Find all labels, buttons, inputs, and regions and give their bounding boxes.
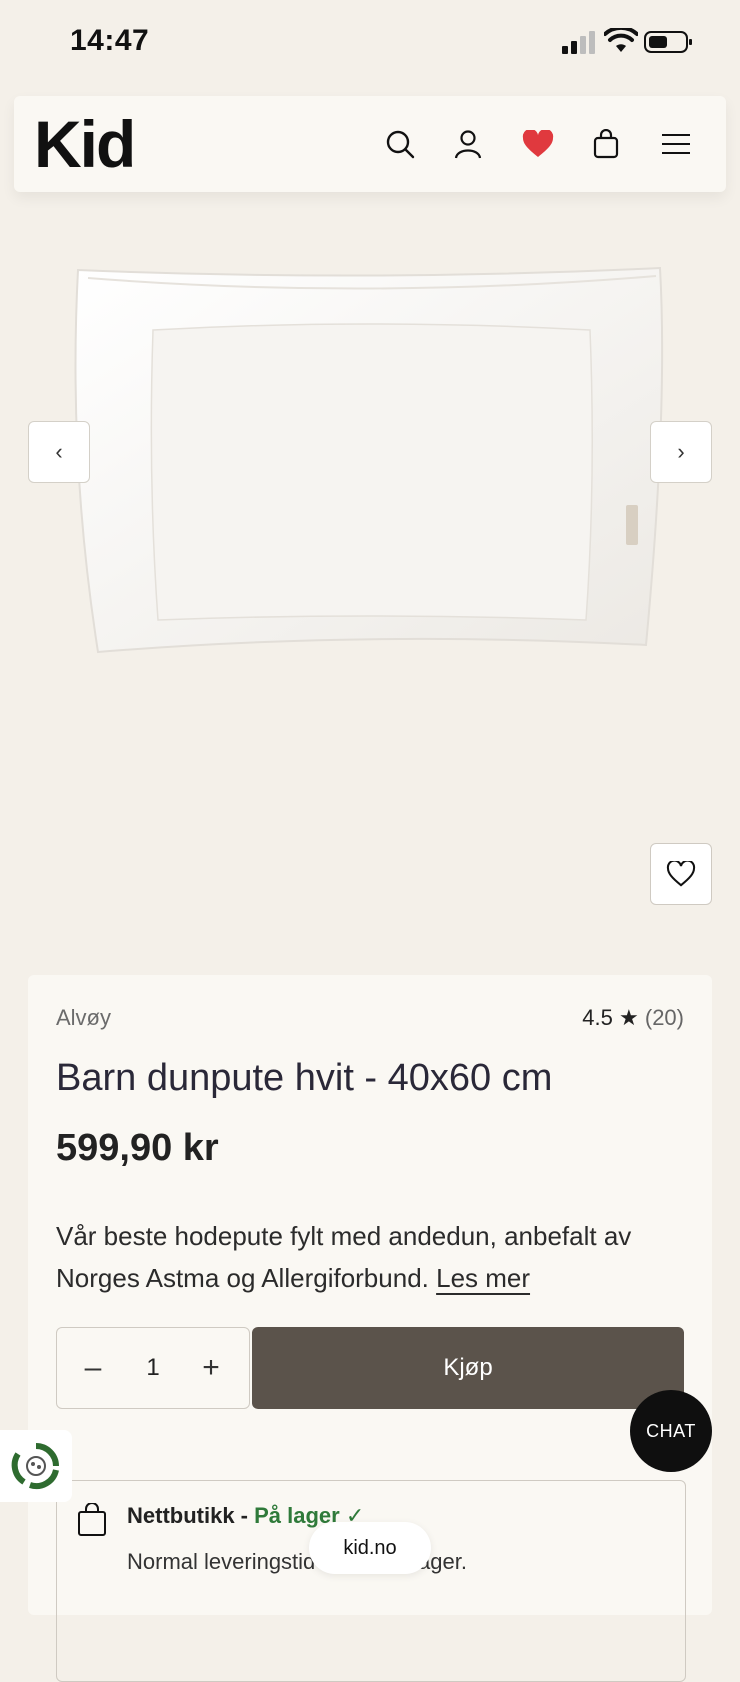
heart-icon[interactable] (518, 124, 558, 164)
gallery-prev-button[interactable]: ‹ (28, 421, 90, 483)
product-price: 599,90 kr (56, 1127, 219, 1169)
product-image[interactable] (68, 260, 672, 660)
product-title: Barn dunpute hvit - 40x60 cm (56, 1057, 553, 1099)
browser-url-pill[interactable]: kid.no (309, 1522, 431, 1574)
decrease-quantity-button[interactable]: – (75, 1350, 111, 1386)
star-icon: ★ (619, 1005, 639, 1030)
heart-outline-icon (666, 861, 696, 887)
menu-icon[interactable] (656, 124, 696, 164)
site-logo[interactable]: Kid (34, 104, 136, 184)
buy-button[interactable]: Kjøp (252, 1327, 684, 1409)
recycle-icon (11, 1443, 59, 1490)
description-text: Vår beste hodepute fylt med andedun, anb… (56, 1221, 632, 1293)
store-label: Nettbutikk - (127, 1503, 255, 1528)
product-rating[interactable]: 4.5 ★ (20) (582, 1005, 684, 1031)
quantity-value[interactable]: 1 (133, 1350, 173, 1386)
status-time: 14:47 (70, 24, 150, 57)
eco-badge[interactable] (0, 1430, 72, 1502)
product-gallery: ‹ › (28, 220, 712, 920)
status-bar: 14:47 (0, 0, 740, 84)
gallery-next-button[interactable]: › (650, 421, 712, 483)
product-info-card: Alvøy 4.5 ★ (20) Barn dunpute hvit - 40x… (28, 975, 712, 1682)
read-more-link[interactable]: Les mer (436, 1263, 530, 1293)
site-header: Kid (14, 96, 726, 192)
product-brand[interactable]: Alvøy (56, 1005, 111, 1031)
cellular-signal-icon (562, 31, 595, 54)
rating-value: 4.5 (582, 1005, 613, 1030)
add-to-wishlist-button[interactable] (650, 843, 712, 905)
search-icon[interactable] (380, 124, 420, 164)
battery-icon (644, 31, 692, 53)
product-description: Vår beste hodepute fylt med andedun, anb… (56, 1215, 686, 1299)
review-count: (20) (644, 1005, 684, 1030)
user-icon[interactable] (448, 124, 488, 164)
shopping-bag-icon (78, 1503, 106, 1536)
wifi-icon (604, 28, 638, 52)
quantity-stepper: – 1 + (56, 1327, 250, 1409)
bag-icon[interactable] (586, 124, 626, 164)
stock-status-box: Nettbutikk - På lager ✓ Normal leverings… (56, 1480, 686, 1682)
chat-button[interactable]: CHAT (630, 1390, 712, 1472)
increase-quantity-button[interactable]: + (193, 1350, 229, 1386)
